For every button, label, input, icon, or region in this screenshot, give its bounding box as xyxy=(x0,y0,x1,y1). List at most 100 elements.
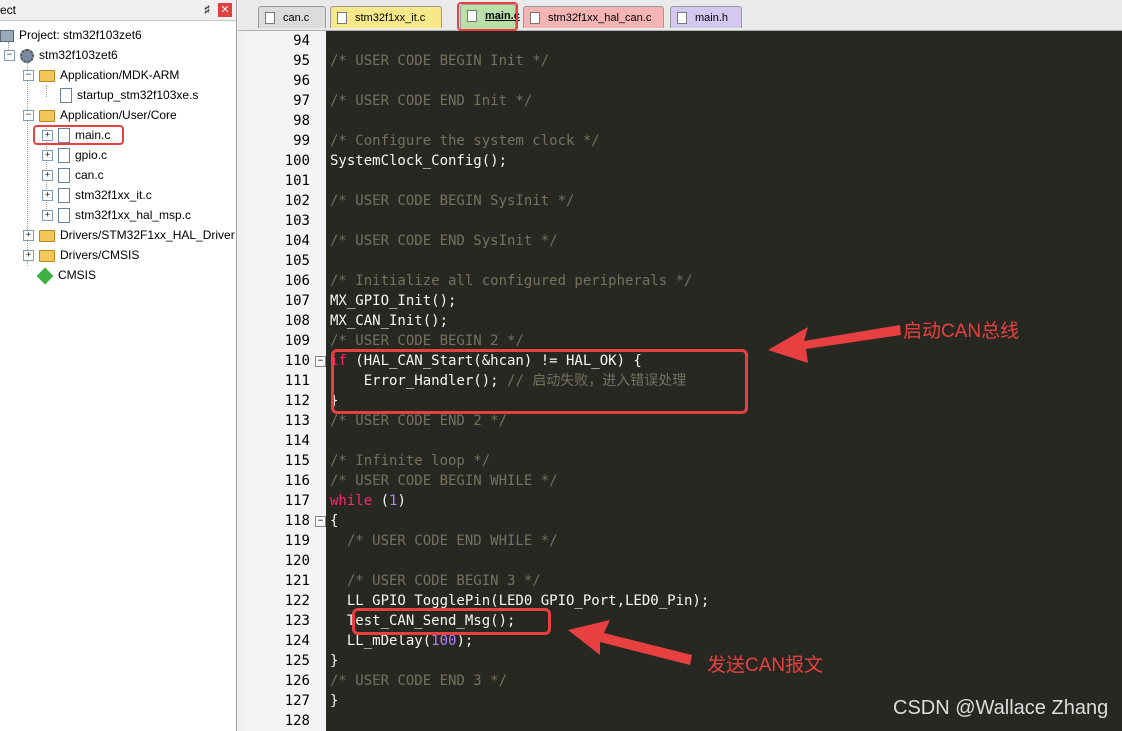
file-icon xyxy=(337,12,347,25)
folder-icon xyxy=(39,229,55,242)
file-icon xyxy=(58,168,70,184)
tree-item-it-c[interactable]: + stm32f1xx_it.c xyxy=(42,185,152,205)
tree-item-cmsis[interactable]: CMSIS xyxy=(36,265,96,285)
file-icon xyxy=(530,12,540,25)
tree-item-drivers-cmsis[interactable]: + Drivers/CMSIS xyxy=(23,245,139,265)
line-number: 126 xyxy=(284,673,310,689)
highlight-can-start-block xyxy=(331,349,748,414)
target-gear-icon xyxy=(20,48,34,63)
collapse-icon[interactable]: − xyxy=(23,70,34,82)
tree-item-gpio-c[interactable]: + gpio.c xyxy=(42,145,107,165)
code-line-97: /* USER CODE END Init */ xyxy=(330,93,533,109)
line-number: 114 xyxy=(284,433,310,449)
line-number: 121 xyxy=(284,573,310,589)
line-number: 94 xyxy=(293,33,310,49)
code-line-115: /* Infinite loop */ xyxy=(330,453,491,469)
line-number: 98 xyxy=(293,113,310,129)
code-line-126: /* USER CODE END 3 */ xyxy=(330,673,508,689)
expand-icon[interactable]: + xyxy=(23,250,34,262)
project-icon xyxy=(0,29,14,42)
watermark: CSDN @Wallace Zhang xyxy=(893,697,1109,719)
code-line-104: /* USER CODE END SysInit */ xyxy=(330,233,558,249)
tree-item-mdk-arm[interactable]: − Application/MDK-ARM xyxy=(23,65,179,85)
annotation-send-can: 发送CAN报文 xyxy=(707,655,824,676)
line-number: 102 xyxy=(284,193,310,209)
highlight-send-msg-line xyxy=(352,608,551,635)
line-number: 116 xyxy=(284,473,310,489)
tree-item-user-core[interactable]: − Application/User/Core xyxy=(23,105,177,125)
code-line-102: /* USER CODE BEGIN SysInit */ xyxy=(330,193,575,209)
line-number: 127 xyxy=(284,693,310,709)
line-number: 120 xyxy=(284,553,310,569)
tree-item-startup-file[interactable]: startup_stm32f103xe.s xyxy=(60,85,198,105)
line-number: 125 xyxy=(284,653,310,669)
line-number: 107 xyxy=(284,293,310,309)
highlight-main-c-tree xyxy=(33,125,124,145)
collapse-icon[interactable]: − xyxy=(4,50,15,62)
line-number: 113 xyxy=(284,413,310,429)
line-number: 101 xyxy=(284,173,310,189)
tree-item-hal-driver[interactable]: + Drivers/STM32F1xx_HAL_Driver xyxy=(23,225,235,245)
code-line-116: /* USER CODE BEGIN WHILE */ xyxy=(330,473,558,489)
expand-icon[interactable]: + xyxy=(42,210,53,222)
code-line-121: /* USER CODE BEGIN 3 */ xyxy=(330,573,541,589)
expand-icon[interactable]: + xyxy=(42,170,53,182)
code-line-117: while (1) xyxy=(330,493,406,509)
annotation-arrow-send xyxy=(568,620,692,665)
fold-column xyxy=(314,31,326,731)
code-line-109: /* USER CODE BEGIN 2 */ xyxy=(330,333,524,349)
code-line-106: /* Initialize all configured peripherals… xyxy=(330,273,693,289)
line-number: 112 xyxy=(284,393,310,409)
project-panel: ect ♯ ✕ Project: stm32f103zet6 − stm32f10… xyxy=(0,0,237,731)
expand-icon[interactable]: + xyxy=(42,150,53,162)
tree-item-can-c[interactable]: + can.c xyxy=(42,165,104,185)
tree-item-project[interactable]: Project: stm32f103zet6 xyxy=(0,25,142,45)
tab-main-h[interactable]: main.h xyxy=(670,6,742,28)
code-line-95: /* USER CODE BEGIN Init */ xyxy=(330,53,550,69)
tree-item-target[interactable]: − stm32f103zet6 xyxy=(4,45,118,65)
folder-icon xyxy=(39,249,55,262)
annotation-arrow-start xyxy=(768,325,901,363)
collapse-icon[interactable]: − xyxy=(23,110,34,122)
code-line-113: /* USER CODE END 2 */ xyxy=(330,413,508,429)
pin-icon[interactable]: ♯ xyxy=(200,0,214,20)
line-number: 119 xyxy=(284,533,310,549)
close-icon[interactable]: ✕ xyxy=(218,3,232,17)
code-line-118: { xyxy=(330,513,339,529)
expand-icon[interactable]: + xyxy=(42,190,53,202)
tab-stm32f1xx-it-c[interactable]: stm32f1xx_it.c xyxy=(330,6,442,28)
line-number: 122 xyxy=(284,593,310,609)
code-line-127: } xyxy=(330,693,339,709)
code-line-119: /* USER CODE END WHILE */ xyxy=(330,533,558,549)
expand-icon[interactable]: + xyxy=(23,230,34,242)
line-number: 97 xyxy=(293,93,310,109)
line-number: 106 xyxy=(284,273,310,289)
file-icon xyxy=(58,188,70,204)
tree-item-hal-msp-c[interactable]: + stm32f1xx_hal_msp.c xyxy=(42,205,191,225)
folder-icon xyxy=(39,109,55,122)
line-number: 123 xyxy=(284,613,310,629)
line-number: 111 xyxy=(284,373,310,389)
tab-can-c[interactable]: can.c xyxy=(258,6,326,28)
code-line-99: /* Configure the system clock */ xyxy=(330,133,600,149)
file-icon xyxy=(265,12,275,25)
fold-collapse-icon[interactable]: − xyxy=(315,516,326,527)
line-number: 118 xyxy=(284,513,310,529)
line-number: 109 xyxy=(284,333,310,349)
file-icon xyxy=(60,88,72,104)
line-number: 115 xyxy=(284,453,310,469)
file-icon xyxy=(677,12,687,25)
annotation-start-can: 启动CAN总线 xyxy=(903,321,1020,342)
line-number: 117 xyxy=(284,493,310,509)
line-number: 108 xyxy=(284,313,310,329)
panel-title: ect xyxy=(0,3,17,17)
file-icon xyxy=(58,208,70,224)
tab-stm32f1xx-hal-can-c[interactable]: stm32f1xx_hal_can.c xyxy=(523,6,664,28)
fold-collapse-icon[interactable]: − xyxy=(315,356,326,367)
line-number: 100 xyxy=(284,153,310,169)
line-number: 110 xyxy=(284,353,310,369)
line-number: 105 xyxy=(284,253,310,269)
code-line-107: MX_GPIO_Init(); xyxy=(330,293,457,309)
code-line-125: } xyxy=(330,653,339,669)
line-number: 95 xyxy=(293,53,310,69)
